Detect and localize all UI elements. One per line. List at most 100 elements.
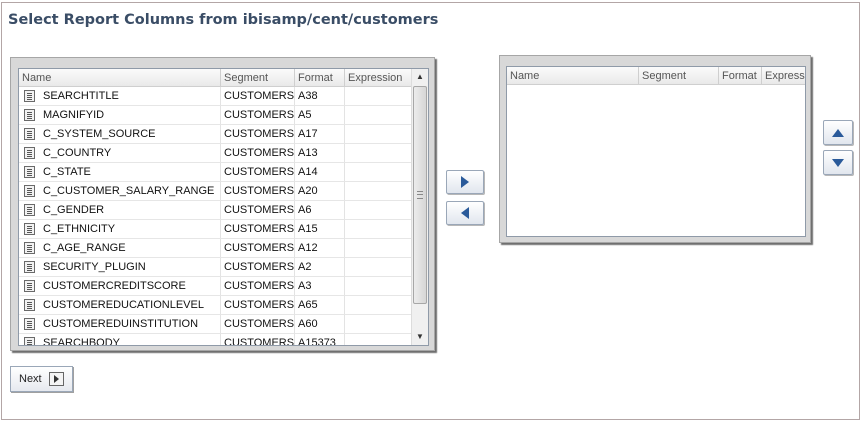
column-name-cell: CUSTOMERCREDITSCORE [19, 277, 221, 296]
arrow-left-icon [461, 207, 469, 219]
column-name-text: C_COUNTRY [43, 147, 112, 159]
field-icon [24, 147, 35, 159]
table-header: Name Segment Format Expression [19, 69, 412, 87]
header-format[interactable]: Format [295, 69, 345, 87]
selected-table-header: Name Segment Format Expressi [507, 67, 805, 85]
expression-cell [345, 220, 412, 239]
column-name-text: C_STATE [43, 166, 91, 178]
column-name-text: CUSTOMEREDUINSTITUTION [43, 318, 199, 330]
selected-columns-panel: Name Segment Format Expressi [499, 55, 811, 243]
column-name-cell: CUSTOMEREDUINSTITUTION [19, 315, 221, 334]
header-segment[interactable]: Segment [221, 69, 295, 87]
expression-cell [345, 296, 412, 315]
scroll-thumb[interactable] [413, 86, 427, 304]
column-name-text: CUSTOMEREDUCATIONLEVEL [43, 299, 204, 311]
format-cell: A65 [295, 296, 345, 315]
selected-columns-table: Name Segment Format Expressi [506, 66, 806, 237]
header-name[interactable]: Name [19, 69, 221, 87]
selected-header-expression[interactable]: Expressi [762, 67, 805, 85]
table-row[interactable]: MAGNIFYID CUSTOMERS A5 [19, 106, 412, 125]
move-down-button[interactable] [823, 150, 853, 175]
format-cell: A2 [295, 258, 345, 277]
table-row[interactable]: SECURITY_PLUGIN CUSTOMERS A2 [19, 258, 412, 277]
column-name-text: C_ETHNICITY [43, 223, 116, 235]
table-row[interactable]: CUSTOMEREDUCATIONLEVEL CUSTOMERS A65 [19, 296, 412, 315]
column-name-text: SECURITY_PLUGIN [43, 261, 146, 273]
add-column-button[interactable] [446, 170, 484, 194]
field-icon [24, 90, 35, 102]
column-name-text: C_AGE_RANGE [43, 242, 126, 254]
expression-cell [345, 258, 412, 277]
column-name-cell: SEARCHTITLE [19, 87, 221, 106]
arrow-down-icon [832, 158, 844, 167]
format-cell: A15373 [295, 334, 345, 345]
column-name-cell: C_CUSTOMER_SALARY_RANGE [19, 182, 221, 201]
field-icon [24, 299, 35, 311]
column-name-cell: CUSTOMEREDUCATIONLEVEL [19, 296, 221, 315]
column-name-cell: C_AGE_RANGE [19, 239, 221, 258]
column-name-text: C_GENDER [43, 204, 105, 216]
table-row[interactable]: C_AGE_RANGE CUSTOMERS A12 [19, 239, 412, 258]
move-up-button[interactable] [823, 120, 853, 145]
column-name-text: CUSTOMERCREDITSCORE [43, 280, 186, 292]
selected-header-segment[interactable]: Segment [639, 67, 719, 85]
vertical-scrollbar[interactable]: ▲ ▼ [411, 69, 428, 345]
field-icon [24, 128, 35, 140]
table-row[interactable]: SEARCHTITLE CUSTOMERS A38 [19, 87, 412, 106]
segment-cell: CUSTOMERS [221, 144, 295, 163]
format-cell: A12 [295, 239, 345, 258]
column-name-text: C_SYSTEM_SOURCE [43, 128, 156, 140]
expression-cell [345, 201, 412, 220]
next-button[interactable]: Next [10, 366, 73, 392]
segment-cell: CUSTOMERS [221, 239, 295, 258]
table-row[interactable]: CUSTOMERCREDITSCORE CUSTOMERS A3 [19, 277, 412, 296]
column-name-cell: C_ETHNICITY [19, 220, 221, 239]
column-name-cell: C_STATE [19, 163, 221, 182]
column-name-text: SEARCHBODY [43, 337, 121, 346]
next-button-label: Next [19, 373, 42, 385]
available-columns-panel: Name Segment Format Expression SEARCHTIT… [10, 57, 435, 351]
field-icon [24, 204, 35, 216]
format-cell: A6 [295, 201, 345, 220]
column-name-text: C_CUSTOMER_SALARY_RANGE [43, 185, 215, 197]
expression-cell [345, 182, 412, 201]
table-row[interactable]: SEARCHBODY CUSTOMERS A15373 [19, 334, 412, 346]
table-row[interactable]: C_STATE CUSTOMERS A14 [19, 163, 412, 182]
column-name-cell: SECURITY_PLUGIN [19, 258, 221, 277]
segment-cell: CUSTOMERS [221, 201, 295, 220]
table-row[interactable]: C_COUNTRY CUSTOMERS A13 [19, 144, 412, 163]
header-expression[interactable]: Expression [345, 69, 412, 87]
format-cell: A17 [295, 125, 345, 144]
scroll-down-button[interactable]: ▼ [412, 329, 428, 345]
format-cell: A13 [295, 144, 345, 163]
selected-header-format[interactable]: Format [719, 67, 762, 85]
table-row[interactable]: C_SYSTEM_SOURCE CUSTOMERS A17 [19, 125, 412, 144]
segment-cell: CUSTOMERS [221, 182, 295, 201]
field-icon [24, 109, 35, 121]
expression-cell [345, 239, 412, 258]
table-row[interactable]: C_CUSTOMER_SALARY_RANGE CUSTOMERS A20 [19, 182, 412, 201]
arrow-up-icon [832, 128, 844, 137]
column-name-cell: MAGNIFYID [19, 106, 221, 125]
segment-cell: CUSTOMERS [221, 220, 295, 239]
next-arrow-icon [49, 372, 64, 386]
segment-cell: CUSTOMERS [221, 163, 295, 182]
format-cell: A3 [295, 277, 345, 296]
field-icon [24, 261, 35, 273]
expression-cell [345, 87, 412, 106]
segment-cell: CUSTOMERS [221, 334, 295, 345]
scroll-up-button[interactable]: ▲ [412, 69, 428, 85]
field-icon [24, 337, 35, 345]
table-row[interactable]: C_ETHNICITY CUSTOMERS A15 [19, 220, 412, 239]
segment-cell: CUSTOMERS [221, 277, 295, 296]
field-icon [24, 318, 35, 330]
page-title: Select Report Columns from ibisamp/cent/… [8, 12, 439, 28]
table-row[interactable]: CUSTOMEREDUINSTITUTION CUSTOMERS A60 [19, 315, 412, 334]
available-columns-table: Name Segment Format Expression SEARCHTIT… [18, 68, 429, 346]
table-row[interactable]: C_GENDER CUSTOMERS A6 [19, 201, 412, 220]
selected-header-name[interactable]: Name [507, 67, 639, 85]
format-cell: A15 [295, 220, 345, 239]
expression-cell [345, 163, 412, 182]
field-icon [24, 223, 35, 235]
remove-column-button[interactable] [446, 201, 484, 225]
